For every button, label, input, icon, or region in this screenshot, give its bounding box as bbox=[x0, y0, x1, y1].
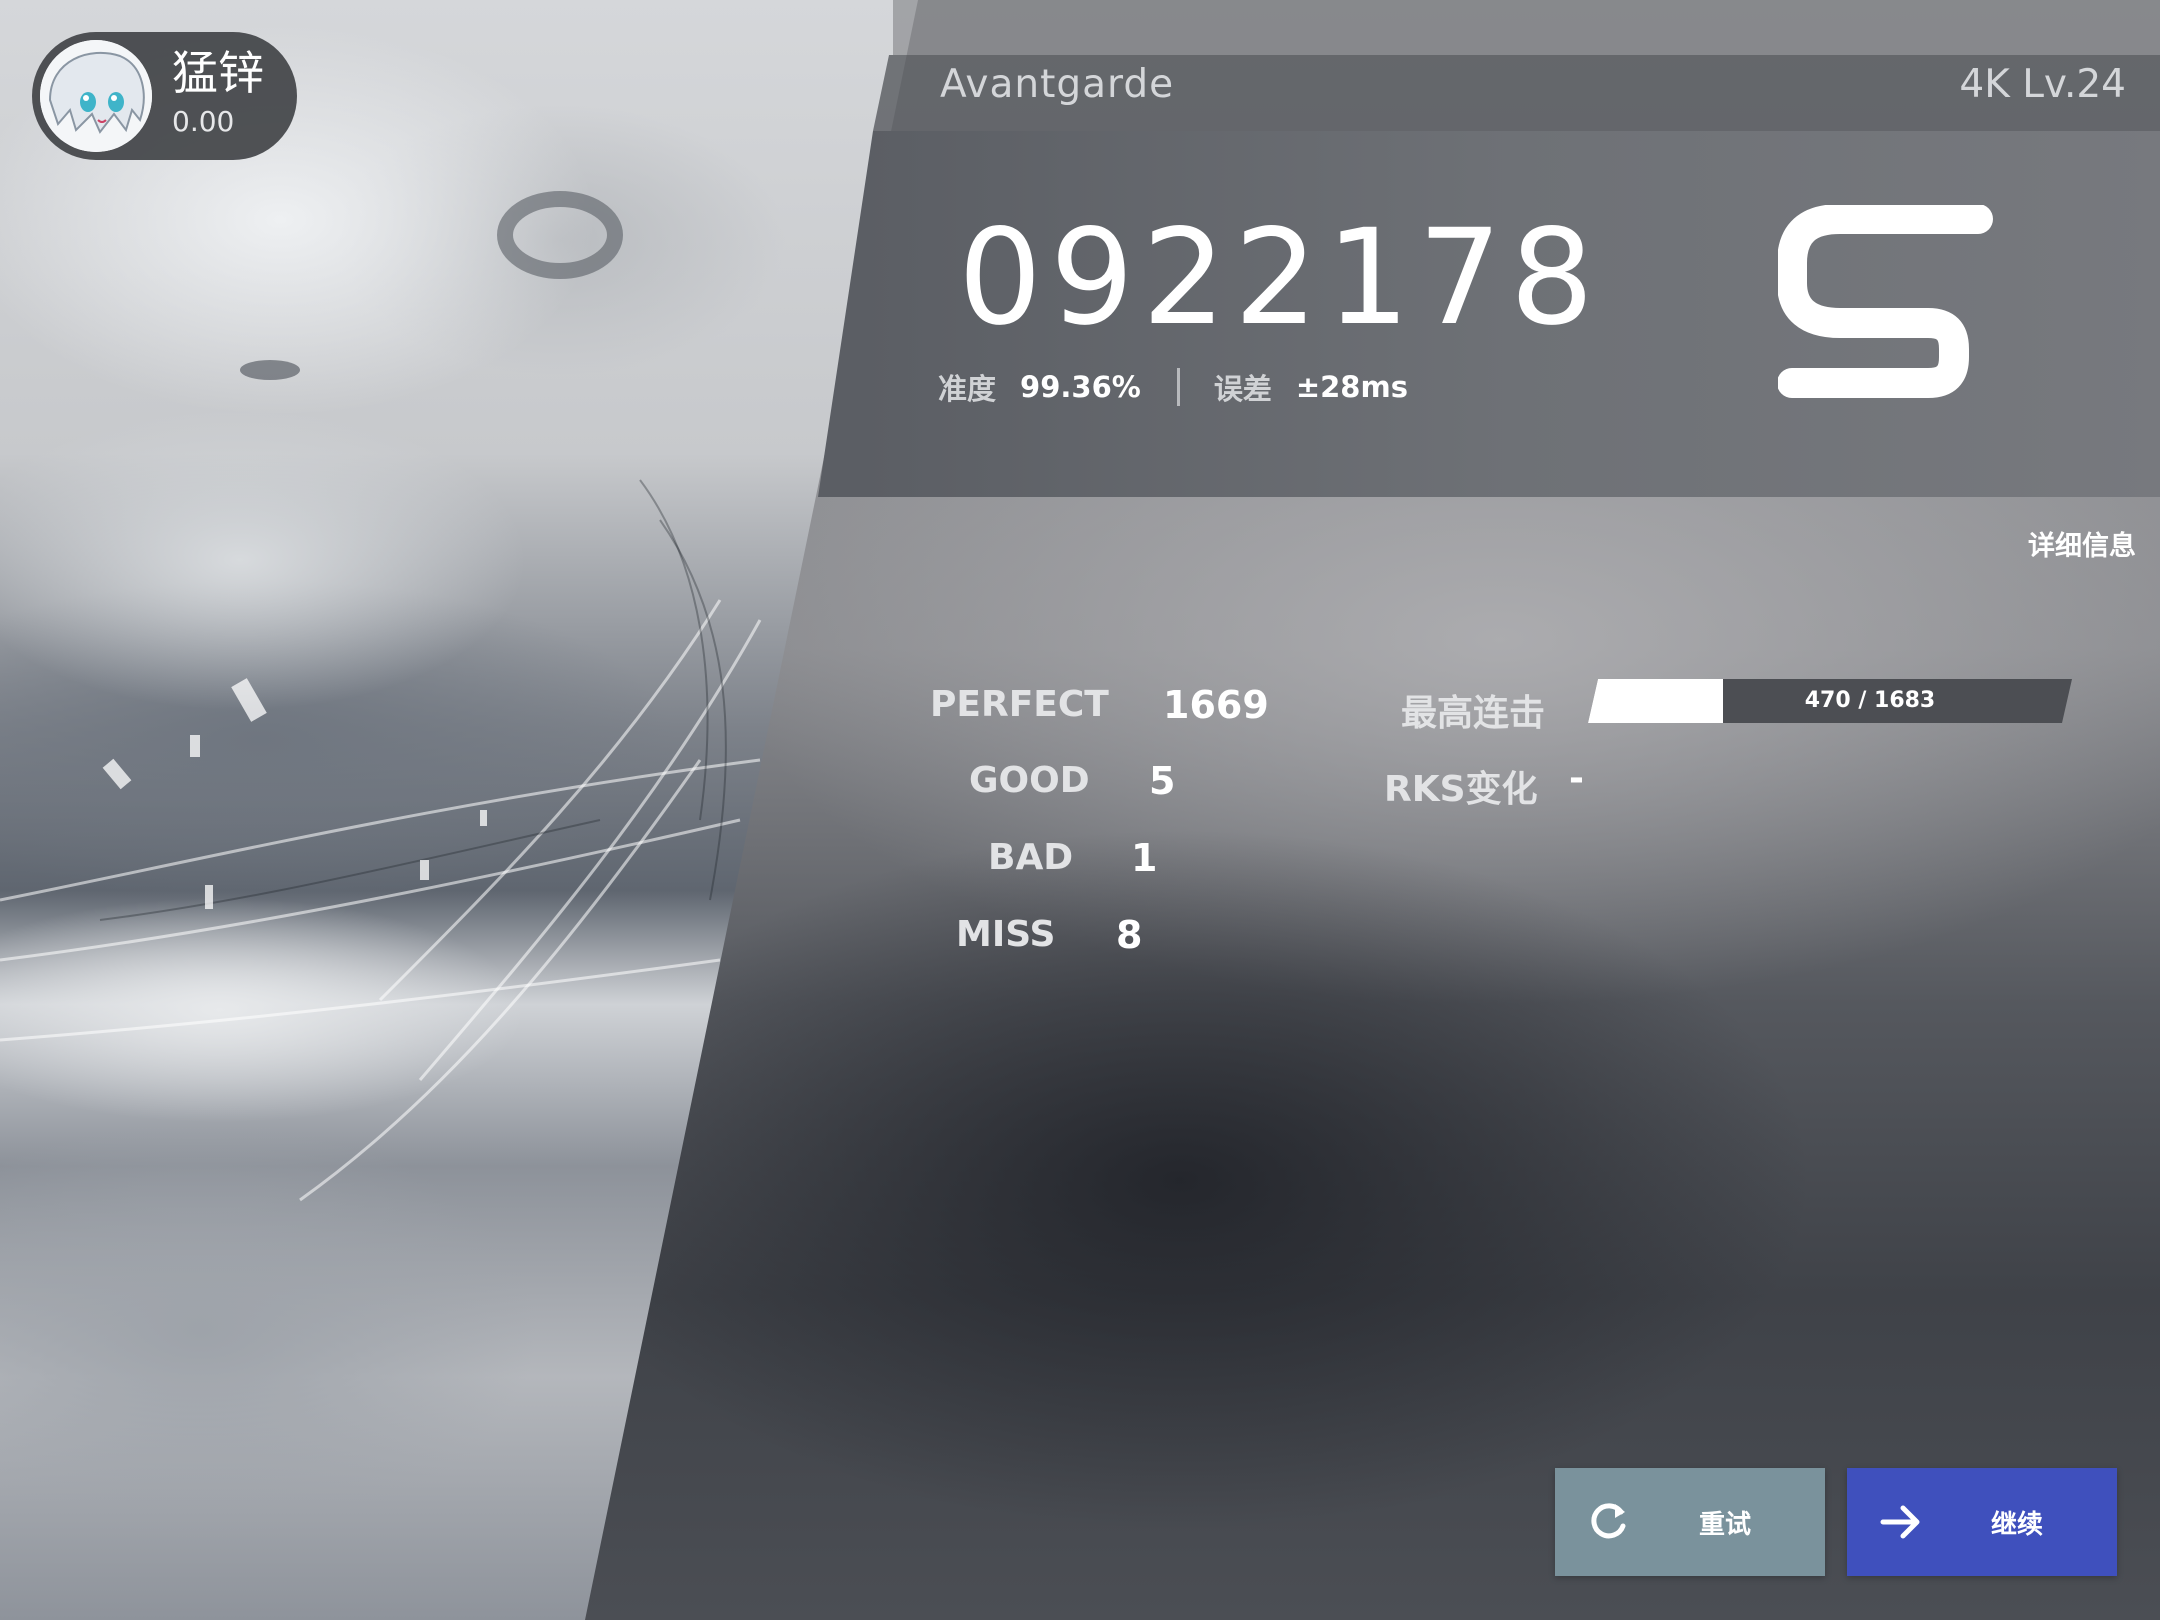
player-name: 猛锌 bbox=[172, 46, 264, 100]
rks-change-value: - bbox=[1569, 758, 1584, 799]
retry-label: 重试 bbox=[1698, 1509, 1751, 1540]
top-strip bbox=[893, 0, 2160, 55]
accuracy-value: 99.36% bbox=[1020, 370, 1141, 404]
accuracy-label: 准度 bbox=[938, 372, 997, 406]
judgement-value-good: 5 bbox=[1149, 759, 1176, 803]
grade-s: S bbox=[1778, 205, 1993, 398]
divider bbox=[1176, 368, 1180, 406]
player-badge[interactable]: 猛锌 0.00 bbox=[32, 32, 297, 160]
error-label: 误差 bbox=[1213, 372, 1272, 406]
max-combo-text: 470 / 1683 bbox=[1804, 688, 1936, 713]
continue-button[interactable]: 继续 bbox=[1847, 1468, 2117, 1576]
max-combo-label: 最高连击 bbox=[1401, 693, 1546, 734]
song-title: Avantgarde bbox=[940, 62, 1175, 107]
continue-label: 继续 bbox=[1990, 1509, 2043, 1540]
judgement-label-perfect: PERFECT bbox=[930, 684, 1109, 725]
avatar-icon bbox=[40, 40, 152, 152]
details-link[interactable]: 详细信息 bbox=[2028, 524, 2136, 563]
score-value: 0922178 bbox=[958, 201, 1602, 355]
accuracy-line: 准度 99.36% 误差 ±28ms bbox=[938, 366, 1408, 408]
player-rks: 0.00 bbox=[172, 105, 235, 138]
rks-change-label: RKS变化 bbox=[1384, 769, 1538, 810]
judgement-value-bad: 1 bbox=[1131, 836, 1158, 880]
retry-button[interactable]: 重试 bbox=[1555, 1468, 1825, 1576]
judgement-value-perfect: 1669 bbox=[1163, 683, 1269, 727]
error-value: ±28ms bbox=[1295, 370, 1408, 404]
song-level: 4K Lv.24 bbox=[1959, 62, 2126, 107]
judgement-label-miss: MISS bbox=[956, 914, 1056, 955]
judgement-value-miss: 8 bbox=[1116, 913, 1143, 957]
judgement-label-good: GOOD bbox=[969, 760, 1090, 801]
judgement-label-bad: BAD bbox=[988, 837, 1074, 878]
